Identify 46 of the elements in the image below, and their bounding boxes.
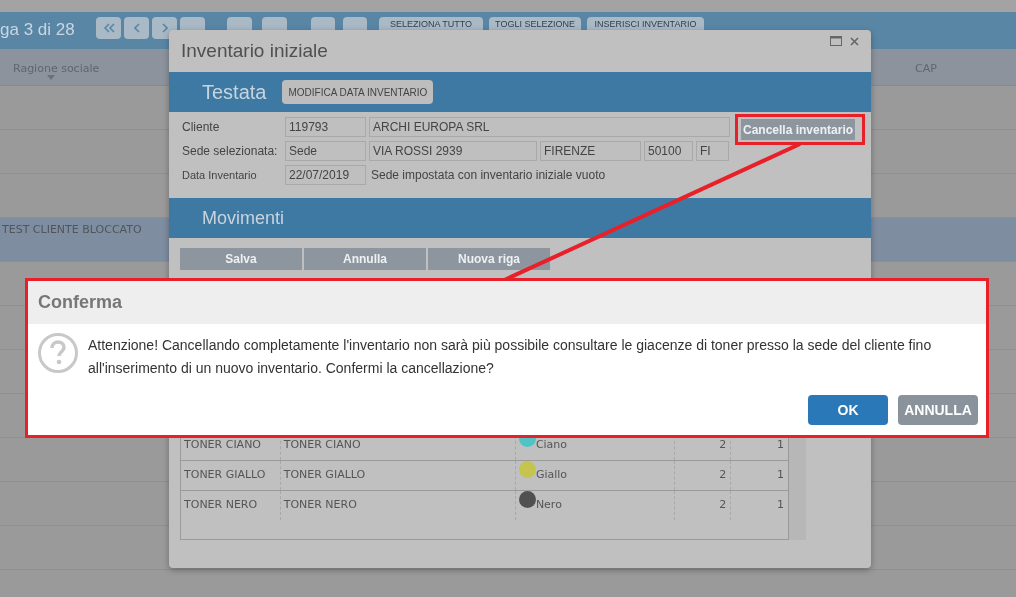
table-cell-text: 1 xyxy=(776,497,785,514)
left-icon xyxy=(133,23,140,33)
right-icon xyxy=(161,23,168,33)
dialog-title: Conferma xyxy=(38,291,122,314)
input-field[interactable]: ARCHI EUROPA SRL xyxy=(369,117,730,137)
table-cell: Nero xyxy=(535,497,562,514)
table-cell: 2 xyxy=(675,461,732,490)
close-icon[interactable] xyxy=(850,36,859,46)
input-field[interactable]: 22/07/2019 xyxy=(285,165,366,185)
sort-arrow-icon xyxy=(47,75,55,80)
first-page-button[interactable] xyxy=(96,17,121,39)
table-cell: TONER NERO xyxy=(280,491,516,520)
table-cell-text: 1 xyxy=(776,467,785,484)
table-cell-text: 1 xyxy=(776,436,785,453)
input-field[interactable]: FI xyxy=(696,141,729,161)
input-field[interactable]: FIRENZE xyxy=(540,141,641,161)
maximize-icon[interactable] xyxy=(830,36,842,46)
toolbar-button[interactable]: TOGLI SELEZIONE xyxy=(489,17,581,30)
table-cell: TONER GIALLO xyxy=(181,461,281,490)
input-field[interactable]: 50100 xyxy=(644,141,693,161)
table-cell: TONER GIALLO xyxy=(280,461,516,490)
double-left-icon xyxy=(102,23,115,33)
status-text: Sede impostata con inventario iniziale vuoto xyxy=(371,167,606,184)
table-cell: Giallo xyxy=(535,467,568,484)
input-field[interactable]: 119793 xyxy=(285,117,366,137)
field-label: Cliente xyxy=(182,119,221,136)
section-title: Movimenti xyxy=(202,206,285,230)
dialog-message: Attenzione! Cancellando completamente l'inventario non sarà più possibile consultare le giacenze di toner presso la sede del cliente fino all'inserimento di un nuovo inventario. Confermi la cancellazione? xyxy=(88,336,933,378)
table-cell: TONER NERO xyxy=(181,491,281,520)
section-title: Testata xyxy=(202,80,267,105)
modal-title: Inventario iniziale xyxy=(181,38,328,63)
table-cell-text: Ciano xyxy=(535,436,568,453)
cancel-button[interactable]: ANNULLA xyxy=(898,395,978,425)
question-icon xyxy=(38,333,78,373)
table-cell: 2 xyxy=(675,491,732,520)
ok-button[interactable]: OK xyxy=(808,395,888,425)
prev-page-button[interactable] xyxy=(124,17,149,39)
pager-label: ga 3 di 28 xyxy=(0,19,76,41)
field-label: Data Inventario xyxy=(182,167,258,183)
toolbar-button[interactable]: INSERISCI INVENTARIO xyxy=(587,17,704,30)
toolbar-button[interactable]: SELEZIONA TUTTO xyxy=(379,17,483,30)
table-cell-text: TEST CLIENTE BLOCCATO xyxy=(2,222,142,238)
field-label: Sede selezionata: xyxy=(182,143,279,160)
modify-date-button[interactable]: MODIFICA DATA INVENTARIO xyxy=(282,80,434,104)
input-field[interactable]: VIA ROSSI 2939 xyxy=(369,141,537,161)
input-field[interactable]: Sede xyxy=(285,141,366,161)
